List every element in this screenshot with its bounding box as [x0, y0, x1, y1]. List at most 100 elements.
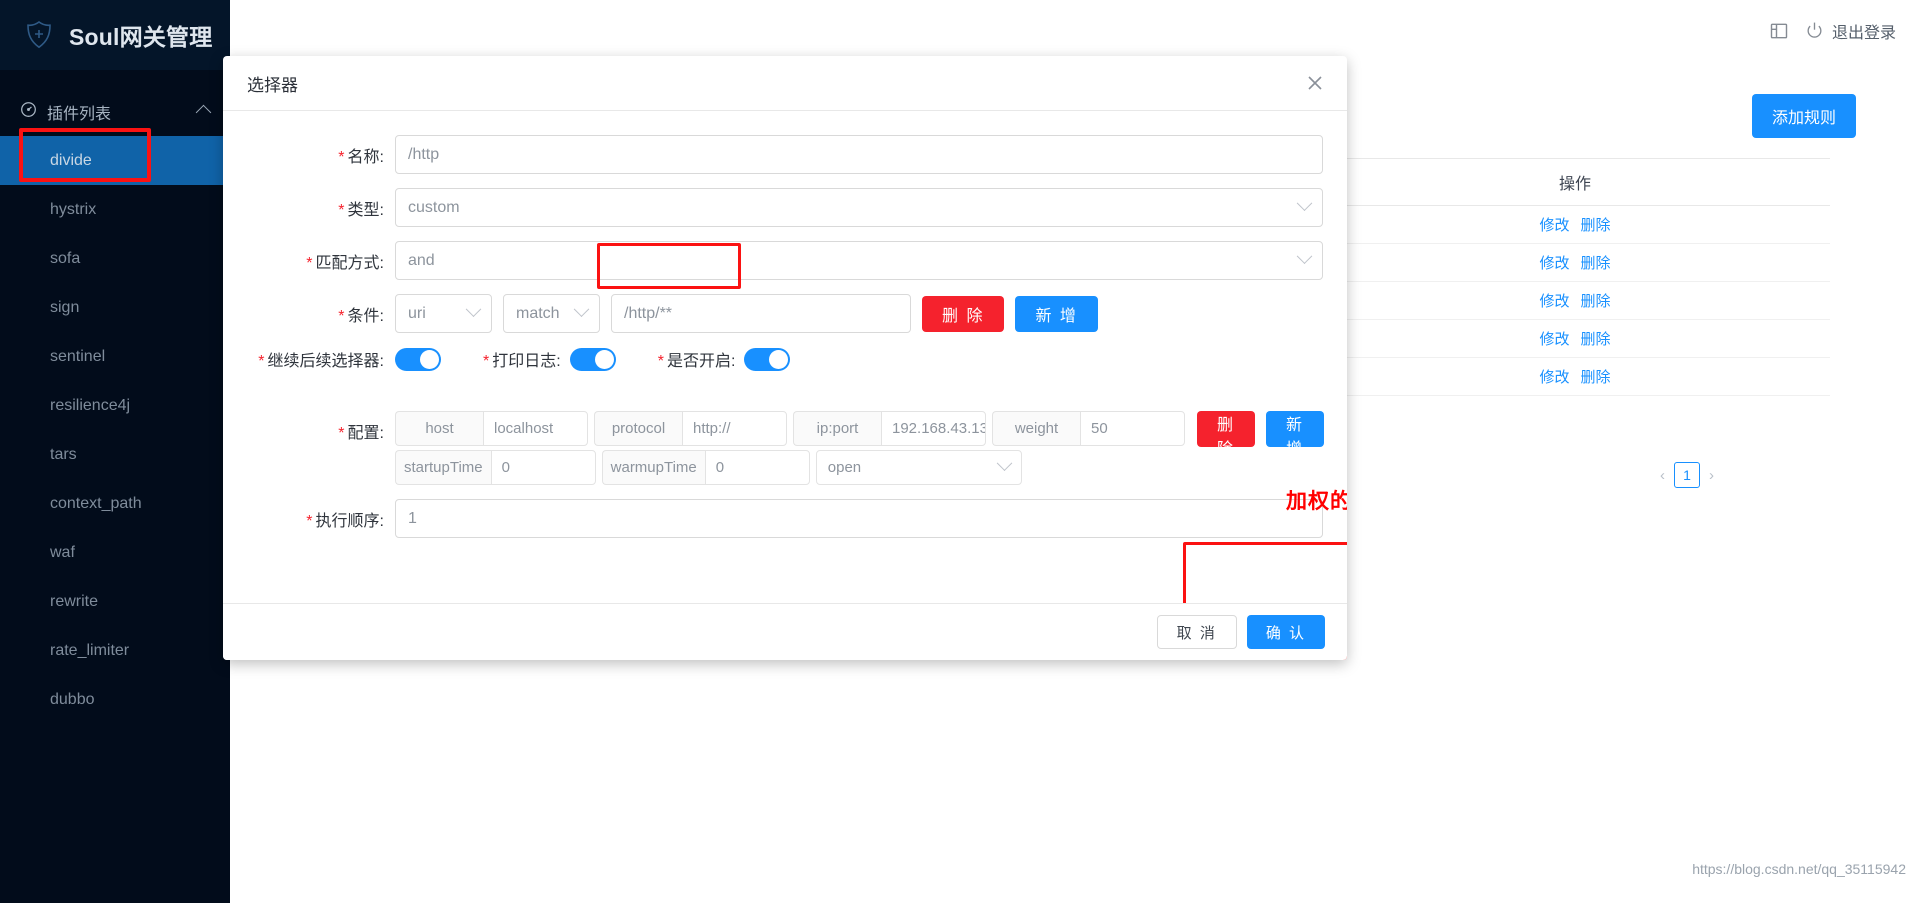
- dialog-footer: 取 消 确 认: [223, 603, 1347, 660]
- add-rule-button[interactable]: 添加规则: [1751, 94, 1856, 138]
- config-key-protocol: protocol: [594, 411, 682, 446]
- required-marker: *: [306, 254, 313, 272]
- order-input[interactable]: 1: [395, 499, 1323, 538]
- fullscreen-icon[interactable]: [1769, 21, 1789, 41]
- type-label-text: 类型: [347, 201, 380, 219]
- continued-label: * 继续后续选择器:: [258, 353, 384, 370]
- cancel-button[interactable]: 取 消: [1156, 615, 1237, 649]
- config-value-ipport[interactable]: 192.168.43.13: [881, 411, 986, 446]
- name-input[interactable]: /http: [395, 135, 1323, 174]
- confirm-button[interactable]: 确 认: [1246, 615, 1325, 649]
- condition-operator-value: match: [516, 304, 560, 322]
- row-edit-link[interactable]: 修改: [1539, 214, 1569, 235]
- condition-param-type-value: uri: [408, 304, 426, 322]
- enabled-toggle[interactable]: [744, 347, 791, 371]
- power-icon: [1805, 21, 1825, 41]
- config-pair-weight: weight 50: [992, 411, 1185, 446]
- condition-row: uri match /http/** 删 除 新 增: [395, 294, 1098, 333]
- config-key-warmuptime: warmupTime: [601, 450, 705, 485]
- chevron-down-icon: [1296, 195, 1313, 212]
- row-edit-link[interactable]: 修改: [1539, 328, 1569, 349]
- row-edit-link[interactable]: 修改: [1539, 366, 1569, 387]
- condition-add-button[interactable]: 新 增: [1015, 295, 1098, 332]
- sidebar-item-waf[interactable]: waf: [0, 528, 230, 577]
- row-delete-link[interactable]: 删除: [1581, 366, 1611, 387]
- order-label: * 执行顺序:: [306, 512, 384, 530]
- condition-operator-select[interactable]: match: [503, 294, 600, 333]
- table-row: 修改 删除: [1320, 244, 1830, 282]
- annotation-weight-text: 加权的负载均衡策略，集群下使用: [1286, 490, 1347, 513]
- config-status-select[interactable]: open: [815, 450, 1022, 485]
- sidebar-item-dubbo[interactable]: dubbo: [0, 675, 230, 724]
- config-pair-ipport: ip:port 192.168.43.13: [793, 411, 986, 446]
- field-row-match-mode: * 匹配方式: and: [247, 241, 1323, 280]
- pagination-prev[interactable]: ‹: [1660, 467, 1665, 484]
- sidebar-item-rate-limiter[interactable]: rate_limiter: [0, 626, 230, 675]
- selector-dialog: 选择器 * 名称: /http * 类型: custom * 匹配方式: and…: [223, 56, 1347, 660]
- log-label: * 打印日志:: [483, 353, 561, 370]
- sidebar-item-context-path[interactable]: context_path: [0, 479, 230, 528]
- chevron-down-icon: [996, 455, 1013, 472]
- config-value-warmuptime[interactable]: 0: [704, 450, 810, 485]
- sidebar-item-sentinel[interactable]: sentinel: [0, 332, 230, 381]
- sidebar-item-label: dubbo: [50, 690, 95, 708]
- field-row-order: * 执行顺序: 1: [247, 499, 1323, 538]
- condition-delete-button[interactable]: 删 除: [922, 295, 1005, 332]
- condition-value-input[interactable]: /http/**: [611, 294, 911, 333]
- field-row-name: * 名称: /http: [247, 135, 1323, 174]
- type-select-value: custom: [408, 198, 460, 216]
- shield-plus-icon: [22, 18, 56, 52]
- required-marker: *: [338, 307, 345, 325]
- watermark: https://blog.csdn.net/qq_35115942: [1692, 861, 1906, 877]
- row-delete-link[interactable]: 删除: [1581, 214, 1611, 235]
- config-value-protocol[interactable]: http://: [682, 411, 787, 446]
- sidebar-item-divide[interactable]: divide: [0, 136, 230, 185]
- sidebar-item-sofa[interactable]: sofa: [0, 234, 230, 283]
- table-row: 修改 删除: [1320, 282, 1830, 320]
- config-delete-button[interactable]: 删 除: [1197, 411, 1256, 458]
- dialog-header: 选择器: [223, 56, 1347, 111]
- config-value-startuptime[interactable]: 0: [490, 450, 596, 485]
- pagination-next[interactable]: ›: [1709, 467, 1714, 484]
- row-delete-link[interactable]: 删除: [1581, 328, 1611, 349]
- required-marker: *: [258, 353, 265, 370]
- config-key-weight: weight: [992, 411, 1080, 446]
- row-edit-link[interactable]: 修改: [1539, 290, 1569, 311]
- config-value-host[interactable]: localhost: [483, 411, 588, 446]
- config-pair-host: host localhost: [395, 411, 588, 446]
- continued-toggle[interactable]: [395, 347, 441, 371]
- sidebar-item-tars[interactable]: tars: [0, 430, 230, 479]
- chevron-up-icon[interactable]: [195, 104, 212, 120]
- sidebar-item-label: hystrix: [50, 200, 97, 218]
- row-delete-link[interactable]: 删除: [1581, 252, 1611, 273]
- sidebar-item-label: sofa: [50, 249, 81, 267]
- condition-param-type-select[interactable]: uri: [395, 294, 492, 333]
- config-pair-startuptime: startupTime 0: [395, 450, 596, 485]
- row-delete-link[interactable]: 删除: [1581, 290, 1611, 311]
- logout-button[interactable]: 退出登录: [1805, 19, 1896, 43]
- log-toggle[interactable]: [569, 347, 616, 371]
- sidebar-item-rewrite[interactable]: rewrite: [0, 577, 230, 626]
- sidebar-item-hystrix[interactable]: hystrix: [0, 185, 230, 234]
- sidebar-item-label: rate_limiter: [50, 641, 130, 659]
- sidebar-item-resilience4j[interactable]: resilience4j: [0, 381, 230, 430]
- config-value-weight[interactable]: 50: [1080, 411, 1185, 446]
- chevron-down-icon: [573, 301, 590, 318]
- sidebar-item-label: sign: [50, 298, 80, 316]
- row-edit-link[interactable]: 修改: [1539, 252, 1569, 273]
- log-switch-item: * 打印日志:: [483, 347, 616, 371]
- sidebar-item-label: context_path: [50, 494, 142, 512]
- pagination-page-1[interactable]: 1: [1674, 462, 1700, 488]
- close-icon[interactable]: [1305, 73, 1325, 93]
- type-select[interactable]: custom: [395, 188, 1323, 227]
- required-marker: *: [338, 201, 345, 219]
- sidebar-group-plugin-list[interactable]: 插件列表: [0, 88, 230, 136]
- enabled-label-text: 是否开启: [666, 353, 731, 370]
- config-add-button[interactable]: 新 增: [1266, 411, 1325, 458]
- match-mode-select[interactable]: and: [395, 241, 1323, 280]
- config-label: * 配置:: [338, 425, 384, 442]
- config-pair-warmuptime: warmupTime 0: [601, 450, 810, 485]
- sidebar-item-sign[interactable]: sign: [0, 283, 230, 332]
- app-root: 退出登录 添加规则 操作 修改 删除 修改 删除 修改 删除 修改 删除 修改 …: [0, 0, 1920, 903]
- table-row: 修改 删除: [1320, 206, 1830, 244]
